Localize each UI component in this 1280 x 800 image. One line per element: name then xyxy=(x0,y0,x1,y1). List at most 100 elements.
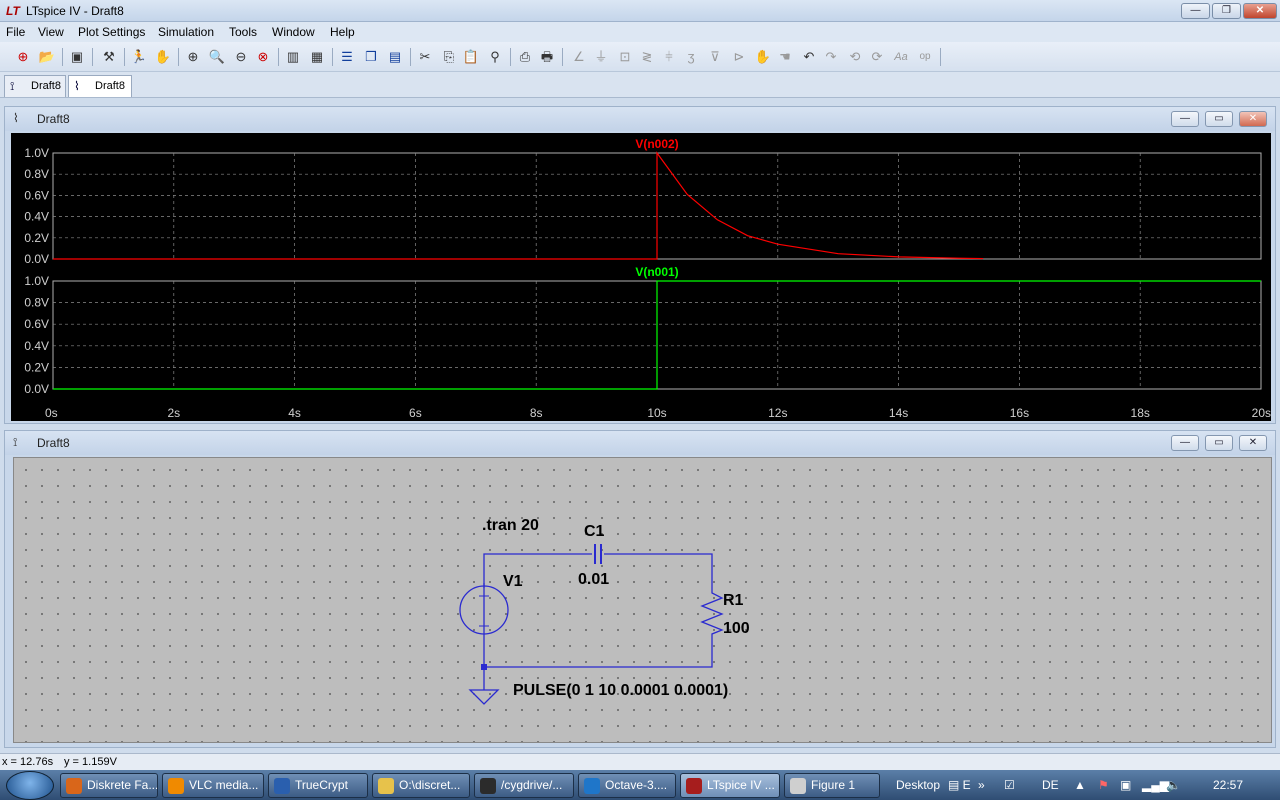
schematic-restore-button[interactable]: ▭ xyxy=(1205,435,1233,451)
waveform-restore-button[interactable]: ▭ xyxy=(1205,111,1233,127)
schematic-window-titlebar[interactable]: ⟟ Draft8 — ▭ ✕ xyxy=(5,431,1275,455)
print-icon[interactable]: 🖶 xyxy=(538,48,556,66)
clock[interactable]: 22:57 xyxy=(1213,778,1243,792)
control-panel-icon[interactable]: ⚒ xyxy=(100,48,118,66)
save-icon[interactable]: ▣ xyxy=(68,48,86,66)
find-icon[interactable]: ⚲ xyxy=(486,48,504,66)
diode-icon[interactable]: ⊽ xyxy=(706,48,724,66)
capacitor-c1[interactable] xyxy=(594,544,602,564)
run-icon[interactable]: 🏃 xyxy=(130,48,148,66)
halt-icon[interactable]: ✋ xyxy=(154,48,172,66)
taskbar-item[interactable]: Figure 1 xyxy=(784,773,880,798)
autorange-icon[interactable]: ▥ xyxy=(284,48,302,66)
waveform-plot[interactable]: 0.0V 0.2V 0.4V 0.6V 0.8V 1.0V V(n002) 0.0V 0.2V 0… xyxy=(11,133,1271,421)
menu-view[interactable]: View xyxy=(38,25,64,39)
grid-icon[interactable]: ▦ xyxy=(308,48,326,66)
minimize-button[interactable]: — xyxy=(1181,3,1210,19)
x-tick-label: 18s xyxy=(1131,406,1150,420)
redo-icon[interactable]: ↷ xyxy=(822,48,840,66)
zoom-in-icon[interactable]: ⊕ xyxy=(184,48,202,66)
zoom-fit-icon[interactable]: ⊗ xyxy=(254,48,272,66)
taskbar-item[interactable]: /cygdrive/... xyxy=(474,773,574,798)
c1-value-label[interactable]: 0.01 xyxy=(578,571,609,588)
label-net-icon[interactable]: ⊡ xyxy=(616,48,634,66)
open-icon[interactable]: 📂 xyxy=(38,48,56,66)
wire-bottom[interactable] xyxy=(483,635,713,668)
zoom-out-icon[interactable]: ⊖ xyxy=(232,48,250,66)
taskbar-item[interactable]: VLC media... xyxy=(162,773,264,798)
trace-label[interactable]: V(n002) xyxy=(635,137,678,151)
schematic-canvas[interactable]: .tran 20 C1 0.01 V1 R1 100 PULSE(0 1 10 … xyxy=(13,457,1272,743)
tile-horizontal-icon[interactable]: ☰ xyxy=(338,48,356,66)
schematic-minimize-button[interactable]: — xyxy=(1171,435,1199,451)
taskbar-item[interactable]: O:\discret... xyxy=(372,773,470,798)
copy-icon[interactable]: ⎘ xyxy=(440,48,458,66)
wire-top-right[interactable] xyxy=(604,553,713,588)
close-button[interactable]: ✕ xyxy=(1243,3,1277,19)
resistor-r1[interactable] xyxy=(700,588,724,638)
menu-simulation[interactable]: Simulation xyxy=(158,25,214,39)
c1-name-label[interactable]: C1 xyxy=(584,523,605,540)
desktop-toolbar-label[interactable]: Desktop xyxy=(896,778,940,792)
x-tick-label: 14s xyxy=(889,406,908,420)
waveform-close-button[interactable]: ✕ xyxy=(1239,111,1267,127)
v1-value-label[interactable]: PULSE(0 1 10 0.0001 0.0001) xyxy=(513,682,728,699)
zoom-pan-icon[interactable]: 🔍 xyxy=(208,48,226,66)
app-icon xyxy=(584,778,600,794)
start-button[interactable] xyxy=(6,771,54,800)
trace-label[interactable]: V(n001) xyxy=(635,265,678,279)
menu-file[interactable]: File xyxy=(6,25,25,39)
r1-name-label[interactable]: R1 xyxy=(723,592,744,609)
toolbar-expand-icon[interactable]: » xyxy=(978,778,985,792)
move-icon[interactable]: ✋ xyxy=(754,48,772,66)
desktop-folder-icon[interactable]: ▤ E xyxy=(948,778,971,792)
undo-icon[interactable]: ↶ xyxy=(800,48,818,66)
menu-help[interactable]: Help xyxy=(330,25,355,39)
paste-icon[interactable]: 📋 xyxy=(462,48,480,66)
taskbar-item[interactable]: Diskrete Fa... xyxy=(60,773,158,798)
action-center-icon[interactable]: ⚑ xyxy=(1098,778,1109,792)
menu-tools[interactable]: Tools xyxy=(229,25,257,39)
mirror-icon[interactable]: ⟳ xyxy=(868,48,886,66)
device-icon[interactable]: ▣ xyxy=(1120,778,1131,792)
language-indicator[interactable]: DE xyxy=(1042,778,1059,792)
network-icon[interactable]: ▂▄▆ xyxy=(1142,778,1169,792)
tile-vertical-icon[interactable]: ▤ xyxy=(386,48,404,66)
y-tick-label: 0.2V xyxy=(24,360,49,374)
tab-schematic[interactable]: ⟟ Draft8 xyxy=(4,75,66,97)
taskbar-item[interactable]: TrueCrypt xyxy=(268,773,368,798)
tab-waveform[interactable]: ⌇ Draft8 xyxy=(68,75,132,97)
spice-directive[interactable]: .tran 20 xyxy=(482,517,539,534)
ground-symbol[interactable] xyxy=(468,689,500,705)
taskbar-item[interactable]: LTspice IV ... xyxy=(680,773,780,798)
cut-icon[interactable]: ✂ xyxy=(416,48,434,66)
spice-directive-icon[interactable]: op xyxy=(916,48,934,66)
print-setup-icon[interactable]: ⎙ xyxy=(516,48,534,66)
y-tick-label: 0.8V xyxy=(24,167,49,181)
taskbar-item[interactable]: Octave-3.... xyxy=(578,773,676,798)
wire-icon[interactable]: ∠ xyxy=(570,48,588,66)
tray-checkmark-icon[interactable]: ☑ xyxy=(1004,778,1015,792)
menu-plot-settings[interactable]: Plot Settings xyxy=(78,25,145,39)
v1-name-label[interactable]: V1 xyxy=(503,573,523,590)
capacitor-icon[interactable]: ⫩ xyxy=(660,48,678,66)
text-icon[interactable]: Aa xyxy=(892,48,910,66)
menu-window[interactable]: Window xyxy=(272,25,315,39)
waveform-minimize-button[interactable]: — xyxy=(1171,111,1199,127)
cascade-icon[interactable]: ❐ xyxy=(362,48,380,66)
inductor-icon[interactable]: ʒ xyxy=(682,48,700,66)
schematic-close-button[interactable]: ✕ xyxy=(1239,435,1267,451)
r1-value-label[interactable]: 100 xyxy=(723,620,750,637)
restore-button[interactable]: ❐ xyxy=(1212,3,1241,19)
show-hidden-icons-icon[interactable]: ▲ xyxy=(1074,778,1086,792)
wire-top-left[interactable] xyxy=(483,553,592,635)
ground-icon[interactable]: ⏚ xyxy=(592,48,610,66)
resistor-icon[interactable]: ≷ xyxy=(638,48,656,66)
rotate-icon[interactable]: ⟲ xyxy=(846,48,864,66)
new-schematic-icon[interactable]: ⊕ xyxy=(14,48,32,66)
component-icon[interactable]: ⊳ xyxy=(730,48,748,66)
drag-icon[interactable]: ☚ xyxy=(776,48,794,66)
waveform-window: ⌇ Draft8 — ▭ ✕ 0.0V 0.2V 0.4V 0.6V 0.8V 1.0V V… xyxy=(4,106,1276,424)
volume-icon[interactable]: 🔈 xyxy=(1166,778,1181,792)
waveform-window-titlebar[interactable]: ⌇ Draft8 — ▭ ✕ xyxy=(5,107,1275,131)
